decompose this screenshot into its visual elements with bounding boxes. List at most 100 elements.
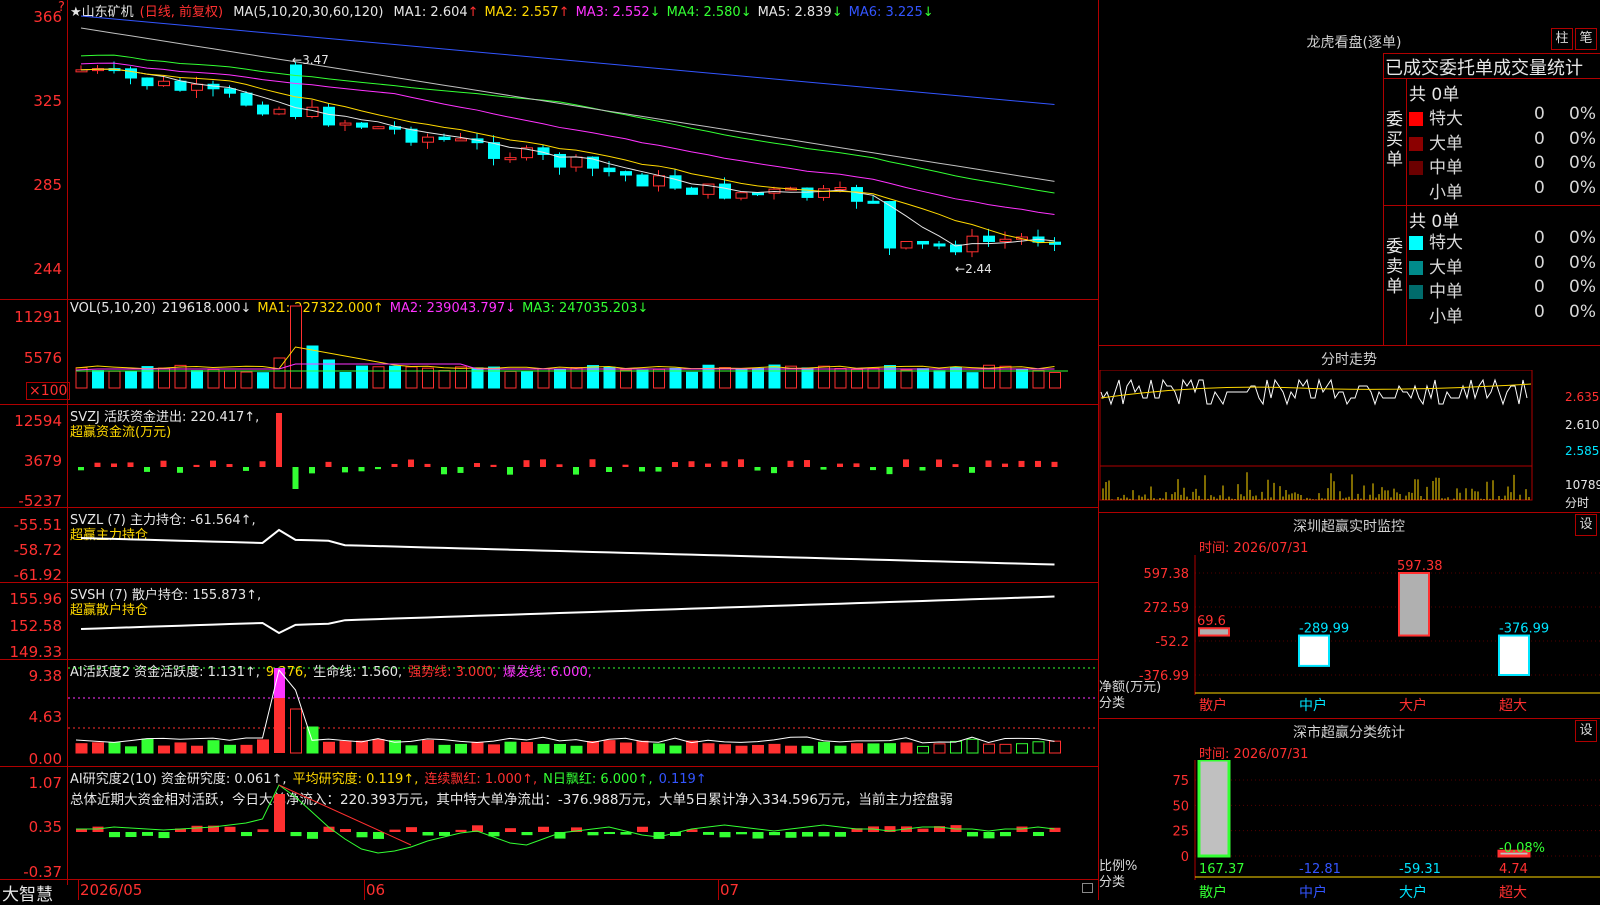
flow-bar	[424, 463, 431, 467]
candle-body	[323, 106, 335, 126]
flow-bar	[1051, 461, 1058, 467]
activity-bar	[818, 741, 830, 754]
class-settings-button[interactable]: 设	[1575, 720, 1597, 742]
class-bar-chart[interactable]: 75 50 25 0 167.37 散户 -12.81 中户 -59.31 大户 4.74 超大 -0.…	[1099, 760, 1600, 900]
volume-bar	[306, 345, 319, 389]
chart-area[interactable]: ★山东矿机 (日线, 前复权) MA(5,10,20,30,60,120) MA1…	[0, 0, 1099, 905]
ma-line	[80, 27, 1055, 182]
flow-bar	[127, 462, 134, 467]
flow-bar	[375, 467, 381, 470]
volume-chart[interactable]	[68, 300, 1098, 403]
volume-bar	[917, 368, 929, 389]
ai-active-y-tick: 0.00	[28, 750, 62, 768]
bar-mode-button[interactable]: 柱	[1551, 28, 1573, 50]
research-bar	[356, 832, 368, 838]
activity-bar	[141, 738, 154, 754]
flow-bar	[474, 463, 480, 467]
tick-mode-button[interactable]: 笔	[1575, 28, 1597, 50]
flow-bar	[490, 464, 497, 467]
activity-bar	[917, 745, 929, 754]
flow-bar	[408, 459, 414, 467]
candle-body	[867, 200, 880, 204]
activity-bar	[521, 741, 533, 754]
flow-bar	[903, 459, 909, 467]
svzl-chart[interactable]	[68, 508, 1098, 581]
monitor-axis-label: 净额(万元)	[1099, 680, 1161, 695]
class-y-tick: 25	[1172, 825, 1189, 840]
candle-body	[422, 136, 434, 143]
order-type-label: 小单	[1429, 306, 1463, 327]
activity-bar	[785, 745, 797, 754]
ai-active-chart[interactable]	[68, 660, 1098, 765]
flow-bar	[870, 467, 876, 471]
main-y-tick: 325	[33, 92, 62, 110]
svzj-chart[interactable]	[68, 405, 1098, 506]
flow-bar	[276, 413, 282, 467]
flow-bar	[177, 467, 183, 473]
activity-bar	[752, 744, 764, 754]
activity-bar	[174, 742, 187, 754]
monitor-settings-button[interactable]: 设	[1575, 514, 1597, 536]
vol-unit-box: ×100	[26, 382, 71, 400]
research-bar	[637, 826, 648, 832]
monitor-bar-label: -376.99	[1499, 622, 1549, 637]
intraday-chart[interactable]	[1099, 370, 1600, 510]
activity-bar	[405, 745, 418, 754]
lhb-title: 龙虎看盘(逐单)	[1306, 35, 1402, 51]
brand-logo: 大智慧	[2, 885, 53, 905]
svsh-chart[interactable]	[68, 583, 1098, 658]
svsh-y-tick: 149.33	[9, 643, 63, 661]
candlestick-chart[interactable]	[68, 0, 1098, 298]
activity-bar	[983, 743, 995, 754]
monitor-category: 中户	[1299, 697, 1327, 714]
intraday-tick: 2.610	[1565, 418, 1600, 432]
activity-bar	[92, 742, 104, 754]
flow-bar	[573, 467, 579, 475]
flow-bar	[738, 459, 744, 467]
flow-bar	[507, 467, 513, 475]
candle-body	[818, 188, 830, 198]
candle-body	[719, 183, 731, 199]
class-y-tick: 75	[1172, 774, 1189, 789]
date-tick: 07	[720, 881, 740, 899]
activity-bar	[488, 744, 500, 754]
research-bar	[191, 825, 203, 832]
research-bar	[1033, 832, 1044, 837]
flow-bar	[655, 467, 662, 472]
monitor-bar-chart[interactable]: 597.38 272.59 -52.2 -376.99 69.6 散户 -289.99 中户 5…	[1099, 555, 1600, 715]
class-bar-label: 4.74	[1499, 862, 1528, 877]
ai-research-chart[interactable]	[68, 767, 1098, 878]
flow-bar	[688, 461, 695, 467]
activity-bar	[75, 743, 88, 754]
activity-bar	[191, 745, 203, 754]
vol-y-tick: 11291	[14, 308, 62, 326]
ma-line	[80, 68, 1055, 244]
activity-bar	[455, 743, 467, 754]
candle-body	[455, 138, 467, 142]
candle-body	[735, 192, 748, 199]
flow-bar	[556, 464, 563, 467]
research-bar	[125, 832, 137, 838]
activity-bar	[1049, 740, 1061, 754]
flow-bar	[78, 467, 84, 471]
sell-label: 委卖单	[1386, 237, 1403, 297]
class-y-tick: 0	[1181, 850, 1189, 865]
flow-bar	[226, 464, 233, 467]
research-bar	[818, 832, 830, 837]
order-count: 0	[1534, 128, 1545, 149]
low-price-label: ←2.44	[955, 262, 992, 276]
activity-bar	[274, 698, 285, 753]
intraday-tick: 2.635	[1565, 390, 1600, 404]
volume-bar	[636, 369, 649, 389]
order-percent: 0%	[1569, 177, 1596, 198]
buy-total: 共 0单	[1409, 85, 1460, 105]
order-percent: 0%	[1569, 228, 1596, 248]
date-tick: 06	[366, 881, 386, 899]
lock-icon[interactable]	[1082, 883, 1093, 893]
svzj-y-tick: 12594	[14, 412, 62, 430]
activity-bar	[1016, 743, 1028, 754]
flow-bar	[325, 461, 332, 467]
monitor-bar-label: -289.99	[1299, 622, 1349, 637]
flow-bar	[523, 460, 530, 467]
flow-bar	[952, 464, 959, 467]
